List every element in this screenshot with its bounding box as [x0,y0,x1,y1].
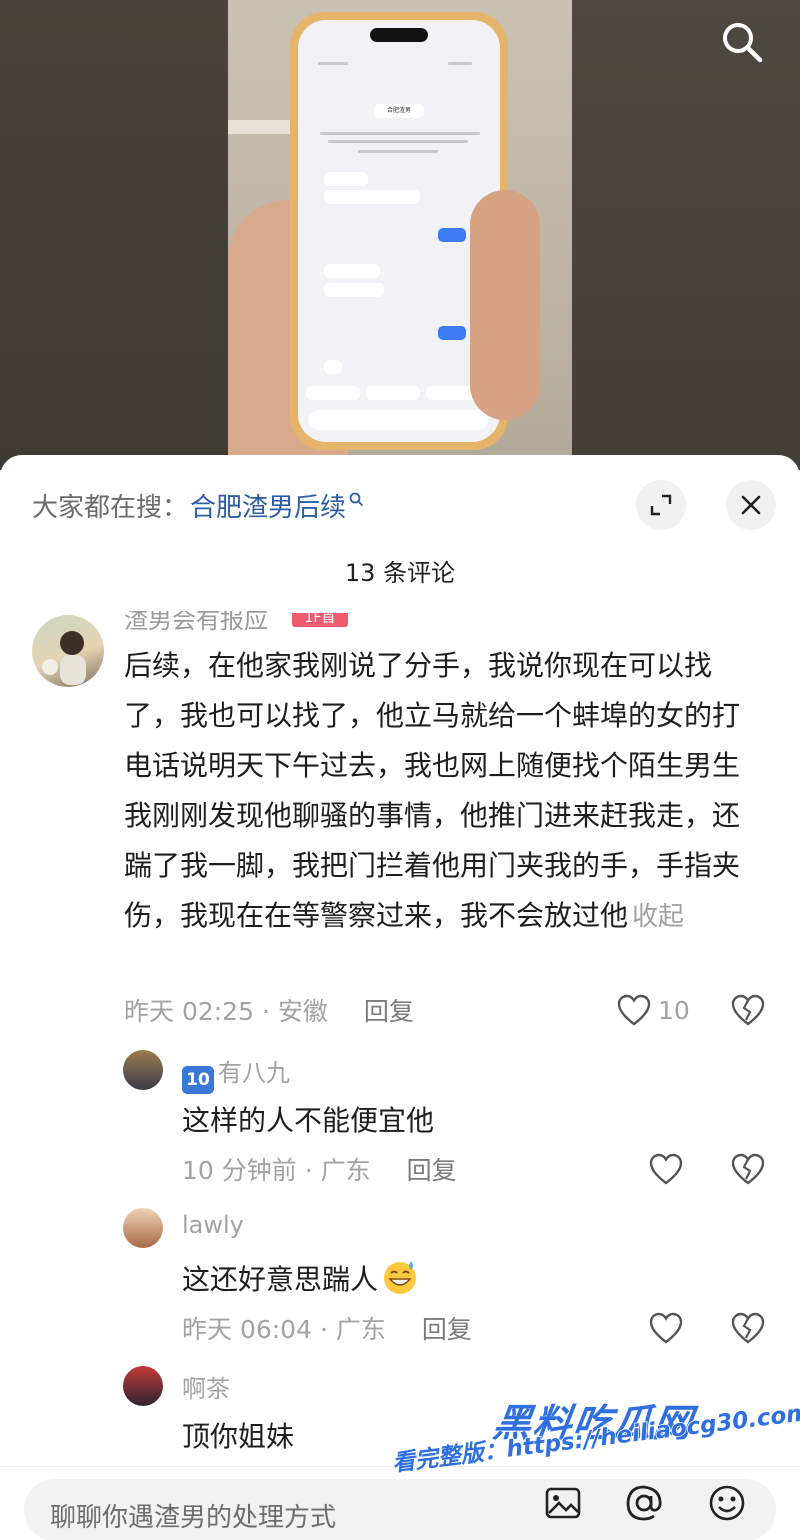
reply-button[interactable]: 回复 [364,992,414,1028]
reply-meta: 10 分钟前 · 广东 回复 [182,1149,457,1189]
broken-heart-icon[interactable] [730,1311,766,1345]
avatar[interactable] [123,1208,163,1248]
reply-button[interactable]: 回复 [422,1310,472,1346]
quick-reply [306,386,360,400]
comment-input-placeholder: 聊聊你遇渣男的处理方式 [50,1503,337,1533]
image-icon[interactable] [541,1481,585,1525]
notice-line [328,140,468,143]
avatar[interactable] [123,1050,163,1090]
notice-line [358,150,438,153]
expand-icon [650,494,672,516]
search-small-icon [349,492,363,506]
collapse-link[interactable]: 收起 [632,902,684,932]
chat-bubble-in [324,283,384,297]
reply-meta: 昨天 06:04 · 广东 回复 [182,1308,472,1348]
search-icon[interactable] [718,18,766,66]
trending-search-prefix: 大家都在搜： [32,492,189,523]
broken-heart-icon[interactable] [730,1152,766,1186]
like-button[interactable]: 10 [616,993,690,1027]
reply-author[interactable]: lawly [182,1211,244,1239]
comments-sheet: 大家都在搜： 合肥渣男后续 13 条评论 渣男会有报应 1F首 后续，在他家我刚… [0,455,800,1540]
avatar[interactable] [123,1366,163,1406]
reply-text: 顶你姐妹 [182,1420,295,1453]
comment-time-location: 昨天 02:25 · 安徽 [124,997,328,1026]
trending-search[interactable]: 大家都在搜： 合肥渣男后续 [32,485,366,525]
comment-text: 后续，在他家我刚说了分手，我说你现在可以找了，我也可以找了，他立马就给一个蚌埠的… [124,641,764,942]
reply-time-location: 10 分钟前 · 广东 [182,1156,371,1185]
like-count: 10 [658,995,690,1025]
reply-author[interactable]: 10 有八九 [182,1053,290,1094]
heart-icon [617,994,651,1026]
chat-actions [448,62,472,65]
background-left [0,0,228,470]
reply-time-location: 昨天 06:04 · 广东 [182,1315,386,1344]
video-frame[interactable]: 合肥渣男 [0,0,800,470]
chat-bubble-in [324,172,368,186]
expand-button[interactable] [636,480,686,530]
close-icon [741,495,761,515]
close-button[interactable] [726,480,776,530]
first-floor-badge: 1F首 [292,613,348,627]
notice-line [320,132,480,135]
quick-reply [366,386,420,400]
hand-fingers [470,190,540,420]
avatar-image [42,631,86,685]
heart-icon[interactable] [648,1152,684,1186]
chat-input [308,410,488,430]
reply-button[interactable]: 回复 [407,1151,457,1187]
comment-count: 13 条评论 [344,559,456,587]
reply-text: 这还好意思踹人 [182,1257,420,1298]
emoji-icon[interactable] [705,1481,749,1525]
chat-bubble-in [324,264,380,278]
at-icon[interactable] [622,1481,666,1525]
chat-bubble-out [438,326,466,340]
comment-body: 后续，在他家我刚说了分手，我说你现在可以找了，我也可以找了，他立马就给一个蚌埠的… [124,649,741,932]
reply-text: 这样的人不能便宜他 [182,1104,435,1137]
heart-icon[interactable] [648,1311,684,1345]
broken-heart-icon[interactable] [730,993,766,1027]
reply-author[interactable]: 啊茶 [182,1369,230,1404]
comment-author[interactable]: 渣男会有报应 [124,611,268,635]
avatar[interactable] [32,615,104,687]
trending-search-term[interactable]: 合肥渣男后续 [190,487,346,524]
chat-bubble-in [324,360,342,374]
chat-bubble-in [324,190,420,204]
phone-notch [370,28,428,42]
chat-back [318,62,348,65]
background-right [572,0,800,470]
grinning-sweat-emoji-icon [384,1261,417,1294]
reply-author-name: 有八九 [218,1059,290,1087]
chat-bubble-out [438,228,466,242]
level-badge: 10 [182,1066,214,1094]
system-notice: 合肥渣男 [374,104,424,118]
comment-meta: 昨天 02:25 · 安徽 回复 [124,990,414,1030]
reply-text-body: 这还好意思踹人 [182,1263,379,1296]
